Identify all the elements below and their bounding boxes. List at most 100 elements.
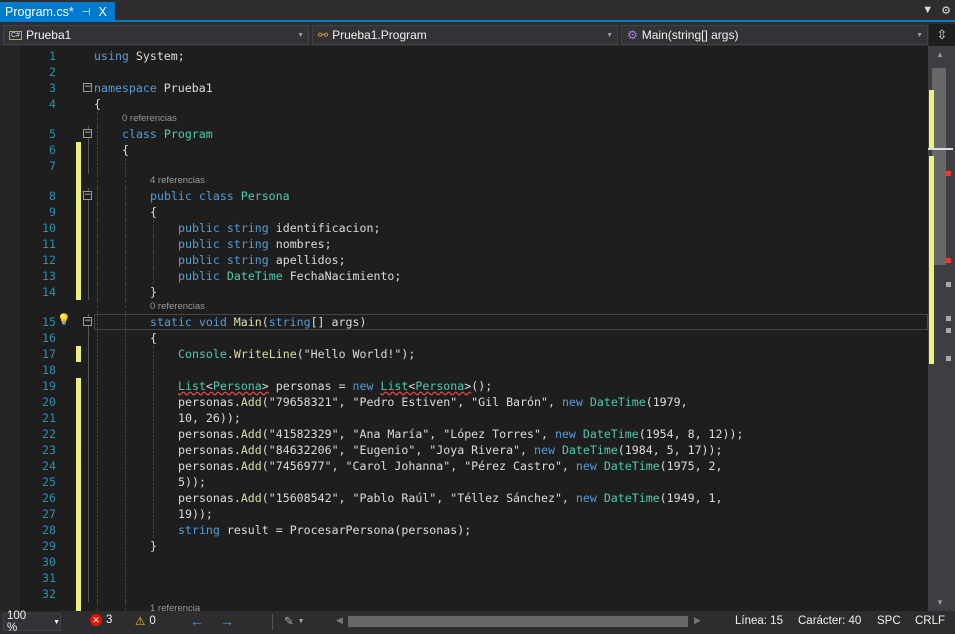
pin-icon[interactable]: ⊣ xyxy=(82,7,91,18)
scroll-up-arrow[interactable]: ▲ xyxy=(936,50,944,59)
codelens-references[interactable]: 0 referencias xyxy=(150,301,205,312)
close-icon[interactable]: X xyxy=(99,5,107,19)
errors-indicator[interactable]: ✕ 3 xyxy=(90,614,112,626)
code-line[interactable]: 29} xyxy=(0,538,928,554)
character-indicator[interactable]: Carácter: 40 xyxy=(798,615,861,627)
codelens-row[interactable]: 4 referencias xyxy=(0,174,928,188)
code-line[interactable]: 15 💡 − static void Main(string[] args) xyxy=(0,313,928,330)
tab-list-dropdown-icon[interactable]: ▼ xyxy=(922,4,933,17)
code-line[interactable]: 6{ xyxy=(0,142,928,158)
vertical-scrollbar[interactable]: ▲ ▼ xyxy=(928,46,955,611)
codelens-row[interactable]: 0 referencias xyxy=(0,300,928,314)
collapse-icon[interactable]: − xyxy=(83,83,92,92)
code-line[interactable]: 30 xyxy=(0,554,928,570)
code-line[interactable]: 2 xyxy=(0,64,928,80)
tab-program-cs[interactable]: Program.cs* ⊣ X xyxy=(0,2,115,22)
line-number: 28 xyxy=(42,523,56,537)
scroll-left-arrow[interactable]: ◀ xyxy=(336,615,343,626)
indent-guide xyxy=(153,522,154,538)
code-line[interactable]: 12 public string apellidos; xyxy=(0,252,928,268)
code-line[interactable]: 7 xyxy=(0,158,928,174)
line-ending-indicator[interactable]: CRLF xyxy=(915,615,945,627)
modified-line-marker xyxy=(76,490,81,506)
code-cleanup-button[interactable]: ✎ ▼ xyxy=(284,614,305,628)
horizontal-scrollbar[interactable] xyxy=(348,616,688,627)
code-line[interactable]: 20 personas.Add("79658321", "Pedro Estive… xyxy=(0,394,928,410)
warnings-indicator[interactable]: ⚠ 0 xyxy=(135,614,156,628)
code-line[interactable]: 25 5)); xyxy=(0,474,928,490)
code-line[interactable]: 9{ xyxy=(0,204,928,220)
code-token: DateTime xyxy=(582,427,639,441)
code-token: DateTime xyxy=(603,459,660,473)
code-line[interactable]: 3 − namespace Prueba1 xyxy=(0,80,928,96)
lightbulb-icon[interactable]: 💡 xyxy=(57,313,71,326)
outline-line xyxy=(88,570,89,586)
code-line[interactable]: 23 personas.Add("84632206", "Eugenio", "J… xyxy=(0,442,928,458)
change-marker xyxy=(929,90,934,148)
collapse-icon[interactable]: − xyxy=(83,191,92,200)
code-line[interactable]: 19 List<Persona> personas = new List<Pers… xyxy=(0,378,928,394)
project-dropdown[interactable]: C# Prueba1 ▼ xyxy=(3,25,309,45)
member-dropdown[interactable]: ⚙ Main(string[] args) ▼ xyxy=(621,25,928,45)
gear-icon[interactable]: ⚙ xyxy=(941,4,951,17)
navigate-forward-icon[interactable]: → xyxy=(220,613,234,629)
indent-guide xyxy=(125,300,126,314)
indent-guide xyxy=(125,236,126,252)
outline-line xyxy=(88,458,89,474)
code-line[interactable]: 4{ xyxy=(0,96,928,112)
code-line[interactable]: 5 − class Program xyxy=(0,126,928,142)
line-indicator[interactable]: Línea: 15 xyxy=(735,615,783,627)
code-token: string xyxy=(178,523,220,537)
codelens-references[interactable]: 4 referencias xyxy=(150,175,205,186)
code-token: Console xyxy=(178,347,227,361)
class-icon: ⚯ xyxy=(318,28,329,42)
code-token: Add xyxy=(240,459,262,473)
codelens-references[interactable]: 0 referencias xyxy=(122,113,177,124)
collapse-icon[interactable]: − xyxy=(83,129,92,138)
codelens-row[interactable]: 1 referencia xyxy=(0,602,928,611)
code-text: } xyxy=(150,539,157,553)
code-line[interactable]: 8 − public class Persona xyxy=(0,188,928,204)
code-text: personas.Add("41582329", "Ana María", "L… xyxy=(178,427,743,441)
outline-line xyxy=(88,522,89,538)
indent-guide xyxy=(125,158,126,174)
line-number: 21 xyxy=(42,411,56,425)
code-line[interactable]: 31 xyxy=(0,570,928,586)
code-line[interactable]: 10 public string identificacion; xyxy=(0,220,928,236)
zoom-dropdown[interactable]: 100 % ▼ xyxy=(3,610,61,634)
code-text: { xyxy=(150,205,157,219)
outline-line xyxy=(88,330,89,346)
codelens-row[interactable]: 0 referencias xyxy=(0,112,928,126)
line-number: 25 xyxy=(42,475,56,489)
code-token: namespace xyxy=(94,81,157,95)
code-line[interactable]: 16 { xyxy=(0,330,928,346)
code-line[interactable]: 28 string result = ProcesarPersona(person… xyxy=(0,522,928,538)
code-line[interactable]: 13 public DateTime FechaNacimiento; xyxy=(0,268,928,284)
split-window-button[interactable]: ⇳ xyxy=(929,24,955,46)
modified-line-marker xyxy=(76,394,81,410)
code-line[interactable]: 26 personas.Add("15608542", "Pablo Raúl",… xyxy=(0,490,928,506)
code-editor[interactable]: 1 using System; 2 3− namespace Prueba1 4{0 re… xyxy=(0,46,928,611)
collapse-icon[interactable]: − xyxy=(83,317,92,326)
codelens-references[interactable]: 1 referencia xyxy=(150,603,200,611)
code-line[interactable]: 18 xyxy=(0,362,928,378)
code-line[interactable]: 11 public string nombres; xyxy=(0,236,928,252)
code-line[interactable]: 14} xyxy=(0,284,928,300)
code-line[interactable]: 32 xyxy=(0,586,928,602)
code-token: new xyxy=(554,427,576,441)
outline-line xyxy=(88,394,89,410)
code-line[interactable]: 22 personas.Add("41582329", "Ana María", … xyxy=(0,426,928,442)
scroll-down-arrow[interactable]: ▼ xyxy=(936,598,944,607)
code-line[interactable]: 24 personas.Add("7456977", "Carol Johanna… xyxy=(0,458,928,474)
class-dropdown[interactable]: ⚯ Prueba1.Program ▼ xyxy=(312,25,618,45)
navigate-back-icon[interactable]: ← xyxy=(190,613,204,629)
code-line[interactable]: 17 Console.WriteLine("Hello World!"); xyxy=(0,346,928,362)
scroll-thumb[interactable] xyxy=(932,68,946,265)
code-line[interactable]: 27 19)); xyxy=(0,506,928,522)
scroll-right-arrow[interactable]: ▶ xyxy=(694,615,701,626)
code-line[interactable]: 1 using System; xyxy=(0,48,928,64)
spacing-indicator[interactable]: SPC xyxy=(877,615,901,627)
code-line[interactable]: 21 10, 26)); xyxy=(0,410,928,426)
outline-line xyxy=(88,490,89,506)
